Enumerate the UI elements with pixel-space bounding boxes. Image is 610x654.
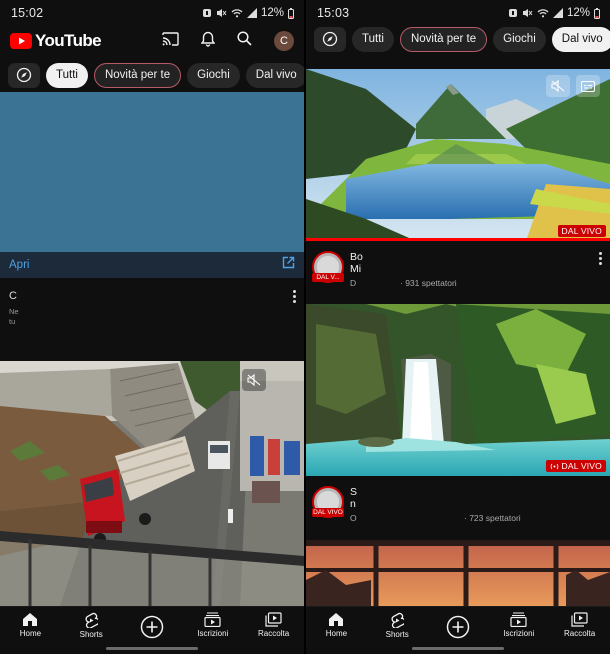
- status-icons: 12%: [508, 7, 600, 19]
- captions-button[interactable]: [576, 75, 600, 97]
- mute-status-icon: [522, 8, 533, 18]
- compass-icon: [16, 67, 32, 83]
- battery-icon: [594, 7, 600, 19]
- chip-dal-vivo[interactable]: Dal vivo: [551, 26, 610, 52]
- nav-shorts[interactable]: Shorts: [367, 612, 428, 639]
- chip-giochi[interactable]: Giochi: [493, 26, 546, 52]
- nav-subscriptions[interactable]: Iscrizioni: [182, 612, 243, 638]
- nav-create[interactable]: [428, 612, 489, 639]
- nav-subscriptions[interactable]: Iscrizioni: [488, 612, 549, 638]
- status-time: 15:02: [11, 6, 44, 20]
- channel-name: O: [350, 513, 357, 523]
- construction-scene-image: [0, 361, 304, 606]
- logo-text: YouTube: [35, 31, 102, 50]
- chip-tutti[interactable]: Tutti: [46, 62, 88, 88]
- live-badge: DAL VIVO: [545, 460, 606, 472]
- viewer-count: · 723 spettatori: [464, 513, 521, 523]
- live-broadcast-icon: [550, 463, 558, 469]
- video-meta-2[interactable]: DAL VIVO S n O · 723 spettatori: [306, 476, 610, 536]
- account-avatar[interactable]: C: [274, 31, 294, 51]
- shorts-icon: [85, 612, 99, 628]
- mute-toggle-button[interactable]: [242, 369, 266, 391]
- wifi-icon: [231, 8, 243, 18]
- gesture-bar: [412, 647, 504, 650]
- explore-button[interactable]: [314, 26, 346, 52]
- chip-tutti[interactable]: Tutti: [352, 26, 394, 52]
- chip-dal-vivo[interactable]: Dal vivo: [245, 62, 304, 88]
- search-icon[interactable]: [237, 31, 252, 51]
- more-options-icon[interactable]: [293, 290, 297, 305]
- left-phone-screen: 15:02 12% YouTube C Tutti Novità per te …: [0, 0, 304, 654]
- ad-description: Ne tu: [9, 307, 19, 326]
- channel-name: D: [350, 278, 357, 288]
- alarm-icon: [202, 8, 212, 18]
- viewer-count: · 931 spettatori: [400, 278, 457, 288]
- captions-icon: [581, 80, 595, 92]
- nav-shorts[interactable]: Shorts: [61, 612, 122, 639]
- home-icon: [329, 613, 344, 626]
- status-time: 15:03: [317, 6, 350, 20]
- waterfall-image: [306, 304, 610, 476]
- category-chips: Tutti Novità per te Giochi Dal vivo: [0, 61, 304, 89]
- library-icon: [265, 612, 282, 627]
- video-thumbnail-waterfall[interactable]: DAL VIVO: [306, 304, 610, 476]
- ad-open-bar[interactable]: Apri: [0, 252, 304, 278]
- status-bar: 15:02 12%: [0, 0, 304, 26]
- create-icon: [140, 615, 164, 639]
- alarm-icon: [508, 8, 518, 18]
- compass-icon: [322, 31, 338, 47]
- cast-icon[interactable]: [162, 31, 179, 51]
- nav-library[interactable]: Raccolta: [549, 612, 610, 638]
- muted-speaker-icon: [247, 374, 261, 386]
- youtube-logo[interactable]: YouTube: [10, 31, 102, 51]
- sunset-window-image: [306, 540, 610, 606]
- battery-percent: 12%: [566, 7, 590, 19]
- app-header: YouTube C: [0, 26, 304, 56]
- chip-giochi[interactable]: Giochi: [187, 62, 240, 88]
- notifications-bell-icon[interactable]: [200, 31, 216, 52]
- more-options-icon[interactable]: [599, 252, 603, 267]
- ad-title: C: [9, 290, 17, 302]
- subscriptions-icon: [204, 612, 221, 627]
- shorts-icon: [391, 612, 405, 628]
- gesture-bar: [106, 647, 198, 650]
- status-bar: 15:03 12%: [306, 0, 610, 26]
- youtube-play-logo-icon: [10, 33, 32, 49]
- right-phone-screen: 15:03 12% Tutti Novità per te Giochi Dal…: [306, 0, 610, 654]
- nav-home[interactable]: Home: [306, 612, 367, 638]
- open-external-icon: [282, 256, 295, 274]
- status-icons: 12%: [202, 7, 294, 19]
- chip-novita-per-te[interactable]: Novità per te: [399, 26, 488, 52]
- mute-status-icon: [216, 8, 227, 18]
- explore-button[interactable]: [8, 62, 40, 88]
- signal-icon: [552, 8, 563, 18]
- video-title: S n: [350, 486, 358, 510]
- battery-icon: [288, 7, 294, 19]
- channel-live-badge: DAL V...: [312, 273, 344, 282]
- chip-novita-per-te[interactable]: Novità per te: [93, 62, 182, 88]
- ad-banner-image[interactable]: [0, 92, 304, 252]
- video-thumbnail-construction[interactable]: [0, 361, 304, 606]
- ad-info[interactable]: C Ne tu: [0, 282, 304, 356]
- video-meta-1[interactable]: DAL V... Bo Mi D · 931 spettatori: [306, 241, 610, 301]
- muted-speaker-icon: [551, 80, 565, 92]
- create-icon: [446, 615, 470, 639]
- signal-icon: [246, 8, 257, 18]
- nav-home[interactable]: Home: [0, 612, 61, 638]
- video-thumbnail-mountain-lake[interactable]: DAL VIVO: [306, 69, 610, 241]
- video-thumbnail-sunset[interactable]: [306, 540, 610, 606]
- subscriptions-icon: [510, 612, 527, 627]
- category-chips: Tutti Novità per te Giochi Dal vivo: [306, 26, 610, 52]
- ad-open-label: Apri: [9, 259, 30, 271]
- library-icon: [571, 612, 588, 627]
- battery-percent: 12%: [260, 7, 284, 19]
- wifi-icon: [537, 8, 549, 18]
- video-title: Bo Mi: [350, 251, 363, 275]
- channel-live-badge: DAL VIVO: [312, 508, 344, 517]
- live-badge: DAL VIVO: [557, 225, 606, 237]
- home-icon: [23, 613, 38, 626]
- nav-create[interactable]: [122, 612, 183, 639]
- mute-toggle-button[interactable]: [546, 75, 570, 97]
- nav-library[interactable]: Raccolta: [243, 612, 304, 638]
